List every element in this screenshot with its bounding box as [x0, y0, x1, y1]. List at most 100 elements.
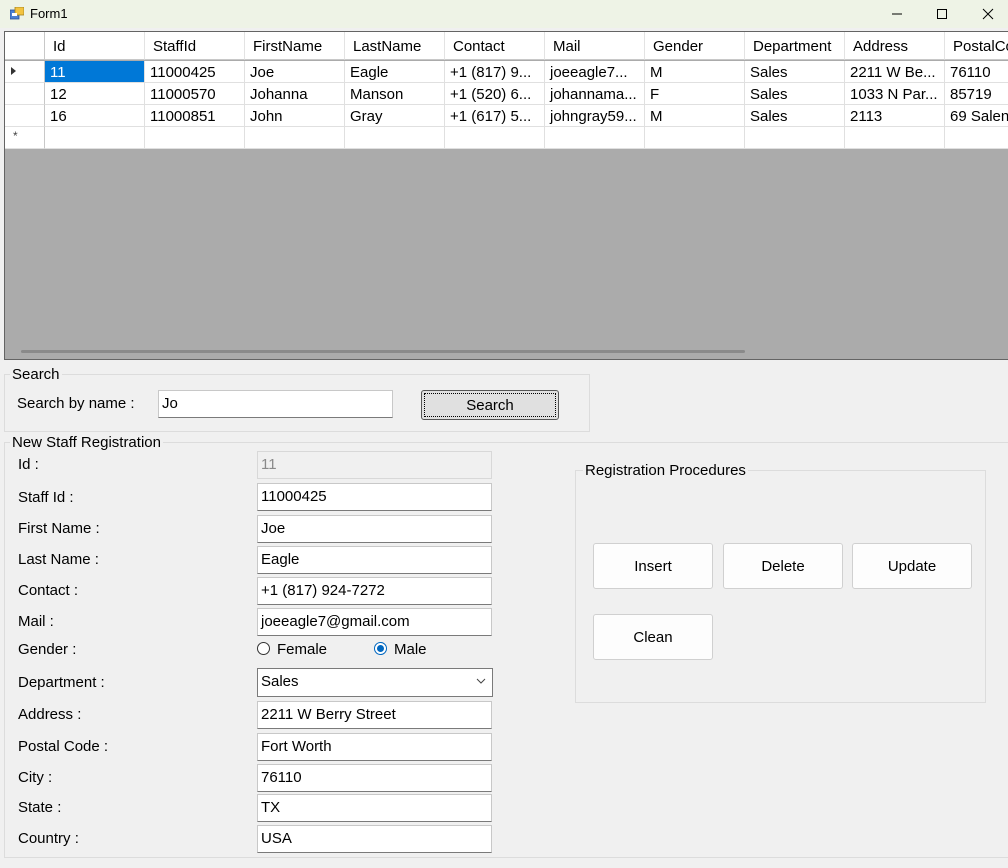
table-cell[interactable]: 11000425	[145, 61, 245, 83]
delete-button[interactable]: Delete	[723, 543, 843, 589]
table-cell[interactable]	[45, 127, 145, 149]
table-cell[interactable]: John	[245, 105, 345, 127]
table-cell[interactable]: Sales	[745, 83, 845, 105]
table-cell[interactable]	[645, 127, 745, 149]
table-cell[interactable]	[745, 127, 845, 149]
table-cell[interactable]: 85719	[945, 83, 1008, 105]
grid-header-row: Id StaffId FirstName LastName Contact Ma…	[5, 32, 1008, 60]
maximize-icon	[937, 9, 947, 19]
table-cell[interactable]: 2211 W Be...	[845, 61, 945, 83]
table-row[interactable]: 12 11000570 Johanna Manson +1 (520) 6...…	[5, 83, 1008, 105]
clean-button[interactable]: Clean	[593, 614, 713, 660]
column-header-id[interactable]: Id	[45, 32, 145, 60]
table-cell[interactable]: 11000570	[145, 83, 245, 105]
table-cell[interactable]: 1033 N Par...	[845, 83, 945, 105]
table-cell[interactable]: Eagle	[345, 61, 445, 83]
update-button[interactable]: Update	[852, 543, 972, 589]
row-header-new[interactable]: *	[5, 127, 45, 149]
male-radio-label[interactable]: Male	[394, 641, 427, 658]
column-header-gender[interactable]: Gender	[645, 32, 745, 60]
column-header-postalcode[interactable]: PostalCo	[945, 32, 1008, 60]
close-icon	[982, 8, 994, 20]
department-selected-value: Sales	[261, 673, 299, 690]
search-button[interactable]: Search	[421, 390, 559, 420]
table-cell[interactable]: 12	[45, 83, 145, 105]
new-row[interactable]: *	[5, 127, 1008, 149]
table-cell[interactable]: M	[645, 61, 745, 83]
mail-label: Mail :	[18, 613, 54, 630]
grid-corner-header[interactable]	[5, 32, 45, 60]
title-bar: Form1	[0, 0, 1008, 28]
table-cell[interactable]	[945, 127, 1008, 149]
department-label: Department :	[18, 674, 105, 691]
table-cell[interactable]: 76110	[945, 61, 1008, 83]
row-header[interactable]	[5, 105, 45, 127]
close-button[interactable]	[965, 0, 1008, 28]
mail-field[interactable]: joeeagle7@gmail.com	[257, 608, 492, 636]
table-cell[interactable]: 69 Salen	[945, 105, 1008, 127]
address-field[interactable]: 2211 W Berry Street	[257, 701, 492, 729]
row-header-current[interactable]	[5, 61, 45, 83]
table-cell[interactable]	[545, 127, 645, 149]
first-name-field[interactable]: Joe	[257, 515, 492, 543]
state-field[interactable]: TX	[257, 794, 492, 822]
city-field[interactable]: 76110	[257, 764, 492, 792]
table-cell[interactable]	[345, 127, 445, 149]
postal-code-field[interactable]: Fort Worth	[257, 733, 492, 761]
column-header-lastname[interactable]: LastName	[345, 32, 445, 60]
table-cell[interactable]	[845, 127, 945, 149]
table-cell[interactable]: +1 (817) 9...	[445, 61, 545, 83]
staff-id-field[interactable]: 11000425	[257, 483, 492, 511]
table-cell[interactable]: Sales	[745, 61, 845, 83]
contact-field[interactable]: +1 (817) 924-7272	[257, 577, 492, 605]
table-cell[interactable]: 11000851	[145, 105, 245, 127]
maximize-button[interactable]	[919, 0, 965, 28]
table-cell[interactable]: johngray59...	[545, 105, 645, 127]
id-label: Id :	[18, 456, 39, 473]
table-cell[interactable]: F	[645, 83, 745, 105]
table-cell[interactable]: 16	[45, 105, 145, 127]
row-header[interactable]	[5, 83, 45, 105]
registration-group-title: New Staff Registration	[10, 434, 163, 451]
country-field[interactable]: USA	[257, 825, 492, 853]
table-cell[interactable]: Sales	[745, 105, 845, 127]
table-cell[interactable]	[445, 127, 545, 149]
table-cell[interactable]: Gray	[345, 105, 445, 127]
table-cell[interactable]: joeeagle7...	[545, 61, 645, 83]
column-header-firstname[interactable]: FirstName	[245, 32, 345, 60]
male-radio[interactable]	[374, 642, 387, 655]
table-cell[interactable]	[245, 127, 345, 149]
column-header-mail[interactable]: Mail	[545, 32, 645, 60]
table-cell[interactable]: Johanna	[245, 83, 345, 105]
column-header-address[interactable]: Address	[845, 32, 945, 60]
minimize-icon	[892, 13, 902, 15]
insert-button[interactable]: Insert	[593, 543, 713, 589]
table-cell[interactable]	[145, 127, 245, 149]
postal-code-label: Postal Code :	[18, 738, 109, 755]
address-label: Address :	[18, 706, 82, 723]
department-dropdown[interactable]: Sales	[257, 668, 493, 697]
staff-data-grid[interactable]: Id StaffId FirstName LastName Contact Ma…	[4, 31, 1008, 360]
table-cell[interactable]: +1 (520) 6...	[445, 83, 545, 105]
table-cell[interactable]: Manson	[345, 83, 445, 105]
table-cell[interactable]: M	[645, 105, 745, 127]
female-radio-label[interactable]: Female	[277, 641, 327, 658]
horizontal-scrollbar[interactable]	[21, 350, 745, 353]
table-row[interactable]: 16 11000851 John Gray +1 (617) 5... john…	[5, 105, 1008, 127]
female-radio[interactable]	[257, 642, 270, 655]
table-row[interactable]: 11 11000425 Joe Eagle +1 (817) 9... joee…	[5, 61, 1008, 83]
column-header-contact[interactable]: Contact	[445, 32, 545, 60]
window-title: Form1	[30, 6, 68, 21]
app-icon	[10, 7, 24, 20]
last-name-field[interactable]: Eagle	[257, 546, 492, 574]
search-input[interactable]: Jo	[158, 390, 393, 418]
table-cell[interactable]: +1 (617) 5...	[445, 105, 545, 127]
minimize-button[interactable]	[874, 0, 920, 28]
first-name-label: First Name :	[18, 520, 100, 537]
table-cell[interactable]: 11	[45, 61, 145, 83]
table-cell[interactable]: Joe	[245, 61, 345, 83]
column-header-department[interactable]: Department	[745, 32, 845, 60]
column-header-staffid[interactable]: StaffId	[145, 32, 245, 60]
table-cell[interactable]: johannama...	[545, 83, 645, 105]
table-cell[interactable]: 2113	[845, 105, 945, 127]
